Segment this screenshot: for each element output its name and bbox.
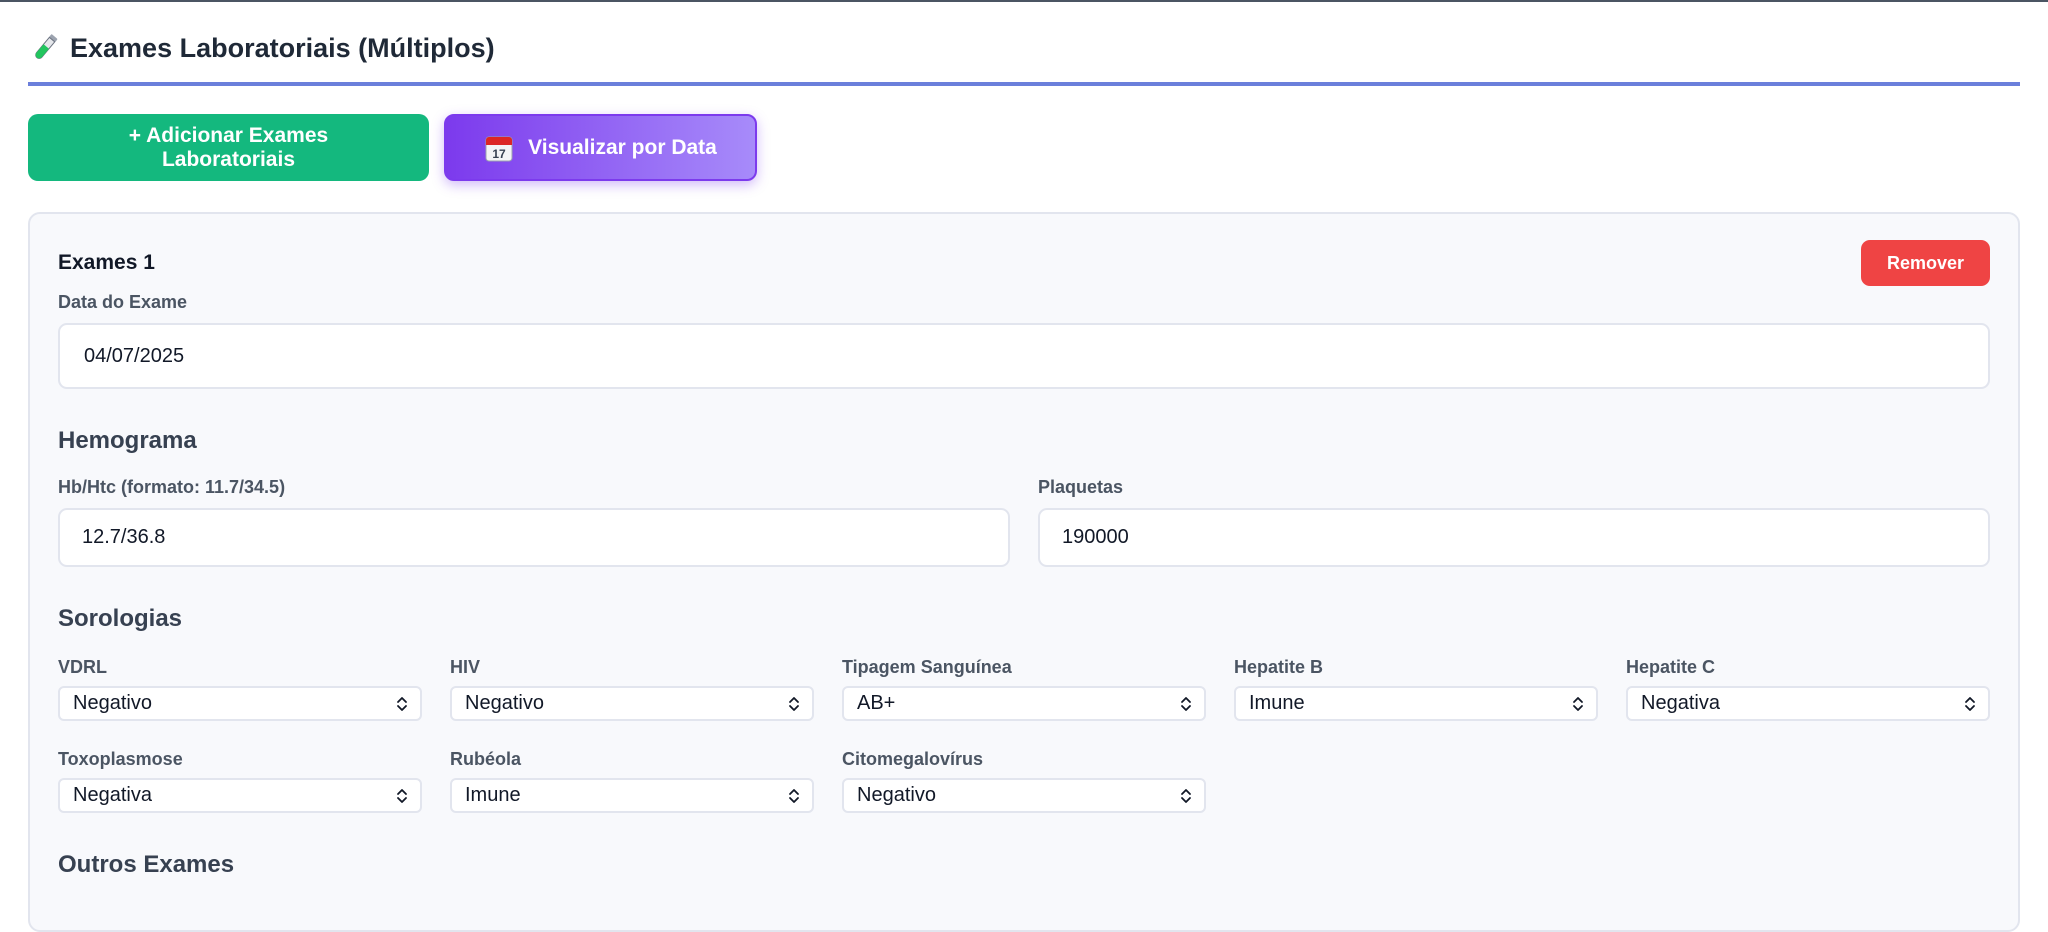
vdrl-label: VDRL xyxy=(58,657,107,677)
hiv-label: HIV xyxy=(450,657,481,677)
vdrl-select[interactable]: Negativo xyxy=(58,686,422,721)
cytomegalovirus-label: Citomegalovírus xyxy=(842,749,984,769)
rubella-select[interactable]: Imune xyxy=(450,778,814,813)
hb-htc-input[interactable]: 12.7/36.8 xyxy=(58,508,1010,567)
section-header: Exames Laboratoriais (Múltiplos) xyxy=(28,2,2020,86)
exam-title: Exames 1 xyxy=(58,251,155,274)
chevron-updown-icon xyxy=(788,695,800,713)
sorologias-title: Sorologias xyxy=(58,605,183,632)
rubella-label: Rubéola xyxy=(450,749,522,769)
plaquetas-input[interactable]: 190000 xyxy=(1038,508,1990,567)
chevron-updown-icon xyxy=(1572,695,1584,713)
test-tube-icon xyxy=(28,31,62,65)
hepatitis-b-select[interactable]: Imune xyxy=(1234,686,1598,721)
calendar-day: 17 xyxy=(492,147,506,161)
view-by-date-button[interactable]: 17 Visualizar por Data xyxy=(444,114,757,181)
calendar-icon: 17 xyxy=(484,133,514,163)
hiv-select[interactable]: Negativo xyxy=(450,686,814,721)
remove-exam-button[interactable]: Remover xyxy=(1861,240,1990,286)
view-by-date-label: Visualizar por Data xyxy=(528,135,717,159)
action-bar: + Adicionar Exames Laboratoriais 17 Visu… xyxy=(28,114,2020,181)
hepatitis-c-label: Hepatite C xyxy=(1626,657,1716,677)
cytomegalovirus-select[interactable]: Negativo xyxy=(842,778,1206,813)
toxoplasmosis-label: Toxoplasmose xyxy=(58,749,183,769)
chevron-updown-icon xyxy=(1964,695,1976,713)
page-title: Exames Laboratoriais (Múltiplos) xyxy=(70,32,495,63)
chevron-updown-icon xyxy=(396,695,408,713)
blood-type-label: Tipagem Sanguínea xyxy=(842,657,1012,677)
hb-htc-label: Hb/Htc (formato: 11.7/34.5) xyxy=(58,477,286,497)
plaquetas-label: Plaquetas xyxy=(1038,477,1124,497)
hemograma-title: Hemograma xyxy=(58,427,197,454)
add-lab-exams-button[interactable]: + Adicionar Exames Laboratoriais xyxy=(28,114,429,181)
exam-date-input[interactable]: 04/07/2025 xyxy=(58,323,1990,389)
chevron-updown-icon xyxy=(788,787,800,805)
toxoplasmosis-select[interactable]: Negativa xyxy=(58,778,422,813)
chevron-updown-icon xyxy=(1180,787,1192,805)
hepatitis-b-label: Hepatite B xyxy=(1234,657,1324,677)
other-exams-title: Outros Exames xyxy=(58,851,235,878)
blood-type-select[interactable]: AB+ xyxy=(842,686,1206,721)
exam-card: Exames 1 Remover Data do Exame 04/07/202… xyxy=(28,212,2020,932)
hepatitis-c-select[interactable]: Negativa xyxy=(1626,686,1990,721)
chevron-updown-icon xyxy=(1180,695,1192,713)
exam-date-label: Data do Exame xyxy=(58,292,188,312)
chevron-updown-icon xyxy=(396,787,408,805)
